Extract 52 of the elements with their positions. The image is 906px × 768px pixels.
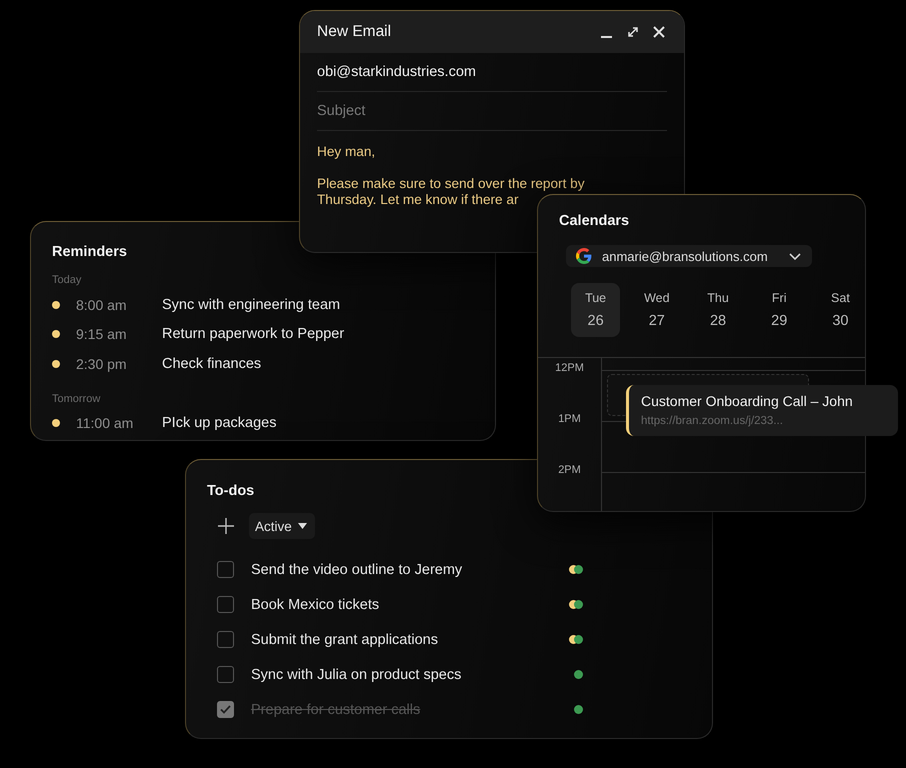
todo-text: Submit the grant applications [251,632,439,648]
group-label: Today [52,274,82,286]
reminder-text: Check finances [162,356,262,372]
bullet-dot [52,360,60,368]
day-tab[interactable]: Tue 26 [571,283,620,337]
bullet-dot [52,330,60,338]
reminder-time: 9:15 am [76,326,128,342]
todo-text: Book Mexico tickets [251,596,380,612]
checkbox[interactable] [217,631,234,648]
reminder-time: 8:00 am [76,296,128,313]
reminder-text: Return paperwork to Pepper [162,326,344,342]
checkbox[interactable] [217,561,234,578]
checkbox[interactable] [217,701,234,718]
panel-title: To-dos [207,483,256,499]
email-body-text: Please make sure to send over the report by [317,176,586,192]
todo-text: Sync with Julia on product specs [251,666,462,682]
window-title: New Email [317,23,392,41]
event-title: Customer Onboarding Call – John [641,393,854,409]
day-tab[interactable]: Fri 29 [754,283,804,337]
add-icon[interactable] [217,517,235,535]
reminder-text: PIck up packages [162,415,276,432]
filter-dropdown[interactable]: Active [249,513,315,539]
day-tab[interactable]: Sat 30 [816,283,866,337]
checkbox[interactable] [217,666,234,683]
google-logo-icon [576,248,592,264]
bullet-dot [52,419,60,428]
reminder-time: 11:00 am [76,415,134,432]
todo-text: Send the video outline to Jeremy [251,562,464,578]
panel-title: Calendars [559,213,630,229]
reminder-text: Sync with engineering team [162,296,340,313]
email-body-text: Hey man, [317,144,376,160]
day-tab[interactable]: Wed 27 [632,283,682,337]
expand-icon[interactable] [626,25,640,39]
subject-field[interactable]: Subject [317,92,667,131]
group-label: Tomorrow [52,392,102,404]
reminder-time: 2:30 pm [76,356,128,372]
close-icon[interactable] [652,25,666,39]
event-card[interactable]: Customer Onboarding Call – John https://bran.zoom.us/j/233... [626,385,898,436]
todo-text: Prepare for customer calls [251,702,422,718]
checkmark-icon [220,705,231,714]
hour-label: 2PM [557,463,582,478]
email-body-text: Thursday. Let me know if there ar [317,192,520,208]
hour-label: 1PM [557,412,582,427]
recipient-field[interactable]: obi@starkindustries.com [317,53,667,92]
checkbox[interactable] [217,596,234,613]
day-tab[interactable]: Thu 28 [693,283,743,337]
bullet-dot [52,300,60,309]
panel-title: Reminders [52,244,128,260]
hour-label: 12PM [554,361,585,376]
account-dropdown[interactable]: anmarie@bransolutions.com [566,245,812,267]
event-link: https://bran.zoom.us/j/233... [641,415,784,427]
caret-icon [298,523,307,529]
